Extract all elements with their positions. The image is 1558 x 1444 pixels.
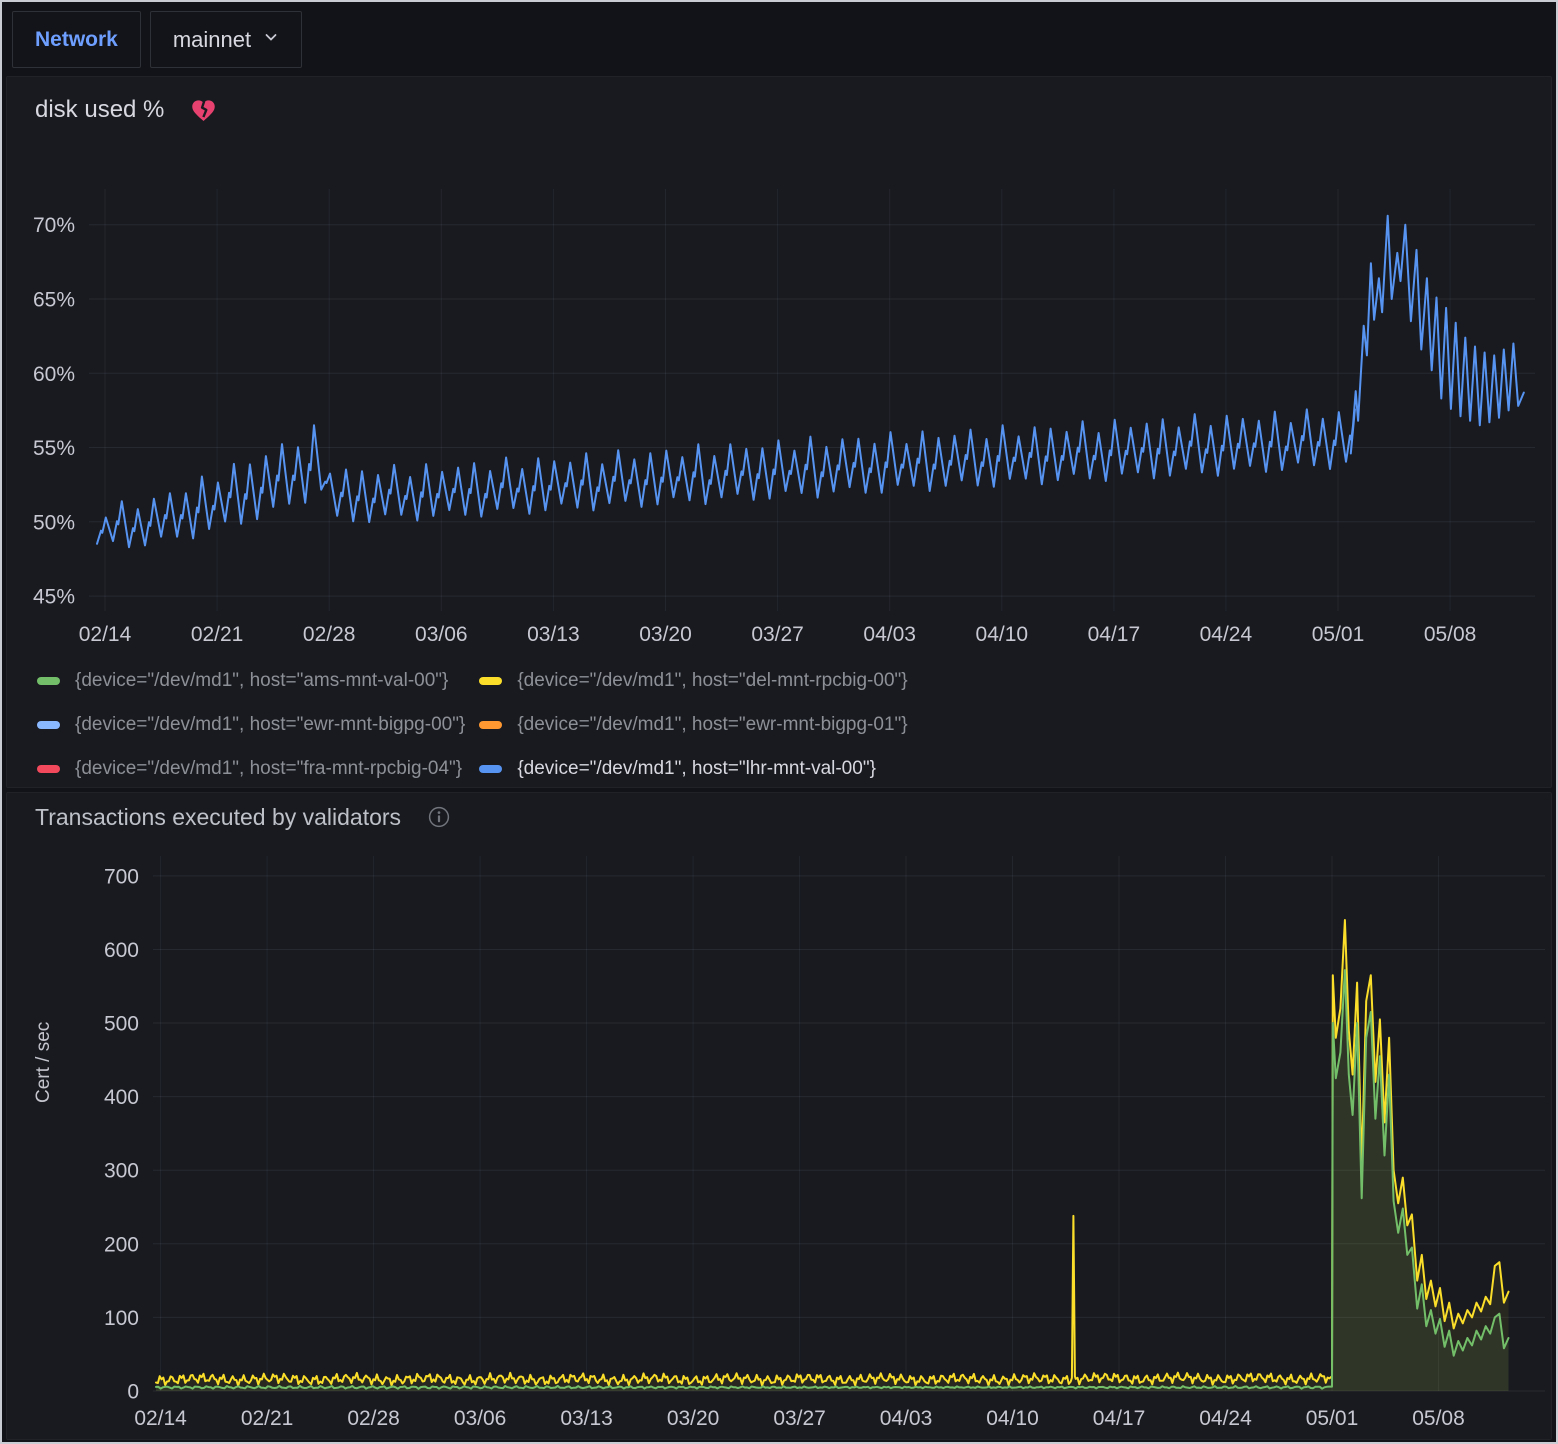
legend-label: {device="/dev/md1", host="lhr-mnt-val-00… [517,758,876,780]
legend-label: {device="/dev/md1", host="ams-mnt-val-00… [75,670,448,692]
disk-used-chart[interactable]: 45% 50% 55% 60% 65% 70% 02/14 02/21 02/28 03/06 03… [7,129,1549,659]
svg-text:02/28: 02/28 [303,623,356,646]
svg-text:200: 200 [104,1233,139,1256]
legend-label: {device="/dev/md1", host="ewr-mnt-bigpg-… [517,714,907,736]
legend-item[interactable]: {device="/dev/md1", host="del-mnt-rpcbig… [479,659,907,703]
dashboard-toolbar: Network mainnet [2,2,1556,76]
svg-text:03/06: 03/06 [454,1407,507,1430]
legend-item[interactable]: {device="/dev/md1", host="ewr-mnt-bigpg-… [37,703,465,747]
legend-swatch [479,765,502,773]
transactions-panel: Transactions executed by validators Cert… [6,792,1552,1440]
svg-text:03/27: 03/27 [773,1407,826,1430]
svg-text:05/01: 05/01 [1306,1407,1359,1430]
svg-text:05/08: 05/08 [1412,1407,1465,1430]
svg-text:04/17: 04/17 [1088,623,1141,646]
network-variable-dropdown[interactable]: mainnet [150,11,302,68]
legend-item[interactable]: {device="/dev/md1", host="fra-mnt-rpcbig… [37,747,465,788]
svg-text:02/14: 02/14 [134,1407,187,1430]
svg-text:55%: 55% [33,437,75,460]
svg-text:03/06: 03/06 [415,623,468,646]
legend-label: {device="/dev/md1", host="del-mnt-rpcbig… [517,670,907,692]
chevron-down-icon [263,29,279,50]
svg-text:03/27: 03/27 [751,623,804,646]
svg-text:300: 300 [104,1160,139,1183]
svg-text:70%: 70% [33,214,75,237]
disk-used-panel-header[interactable]: disk used % [7,77,1551,129]
svg-text:02/28: 02/28 [347,1407,400,1430]
svg-text:0: 0 [127,1381,139,1404]
svg-text:04/24: 04/24 [1200,623,1253,646]
transactions-panel-header[interactable]: Transactions executed by validators [7,793,1551,833]
svg-text:04/10: 04/10 [976,623,1029,646]
legend-item[interactable]: {device="/dev/md1", host="lhr-mnt-val-00… [479,747,907,788]
chart-legend: {device="/dev/md1", host="ams-mnt-val-00… [7,659,1551,788]
svg-text:03/20: 03/20 [639,623,692,646]
network-variable-label: Network [35,28,118,52]
svg-text:500: 500 [104,1013,139,1036]
cert-per-sec-axis-label: Cert / sec [33,1022,55,1103]
legend-label: {device="/dev/md1", host="fra-mnt-rpcbig… [75,758,462,780]
svg-text:05/08: 05/08 [1424,623,1477,646]
legend-swatch [479,677,502,685]
legend-swatch [37,677,60,685]
svg-text:400: 400 [104,1086,139,1109]
svg-text:60%: 60% [33,363,75,386]
svg-text:04/10: 04/10 [986,1407,1039,1430]
svg-text:03/13: 03/13 [527,623,580,646]
network-variable-label-box: Network [12,11,141,68]
legend-swatch [37,765,60,773]
legend-swatch [479,721,502,729]
legend-item[interactable]: {device="/dev/md1", host="ewr-mnt-bigpg-… [479,703,907,747]
panel-title[interactable]: disk used % [35,96,164,124]
svg-text:700: 700 [104,865,139,888]
svg-text:02/14: 02/14 [79,623,132,646]
svg-text:03/13: 03/13 [560,1407,613,1430]
info-icon[interactable] [427,805,451,829]
broken-heart-alert-icon [190,97,217,124]
svg-text:04/24: 04/24 [1199,1407,1252,1430]
svg-text:45%: 45% [33,586,75,609]
transactions-chart[interactable]: 0 100 200 300 400 500 600 700 02/14 02/21 02/28 03/… [7,833,1552,1440]
svg-text:02/21: 02/21 [241,1407,294,1430]
network-variable-value[interactable]: mainnet [173,27,251,53]
legend-item[interactable]: {device="/dev/md1", host="ams-mnt-val-00… [37,659,465,703]
panel-title[interactable]: Transactions executed by validators [35,804,401,831]
svg-text:04/17: 04/17 [1093,1407,1146,1430]
svg-text:65%: 65% [33,289,75,312]
disk-used-panel: disk used % 45% 50% 55% 60% 65% 70% 02/14 02/21… [6,76,1552,788]
legend-label: {device="/dev/md1", host="ewr-mnt-bigpg-… [75,714,465,736]
svg-text:04/03: 04/03 [880,1407,933,1430]
svg-text:03/20: 03/20 [667,1407,720,1430]
legend-swatch [37,721,60,729]
svg-text:05/01: 05/01 [1312,623,1365,646]
svg-text:04/03: 04/03 [863,623,916,646]
svg-text:02/21: 02/21 [191,623,244,646]
svg-text:50%: 50% [33,511,75,534]
svg-text:100: 100 [104,1307,139,1330]
svg-text:600: 600 [104,939,139,962]
